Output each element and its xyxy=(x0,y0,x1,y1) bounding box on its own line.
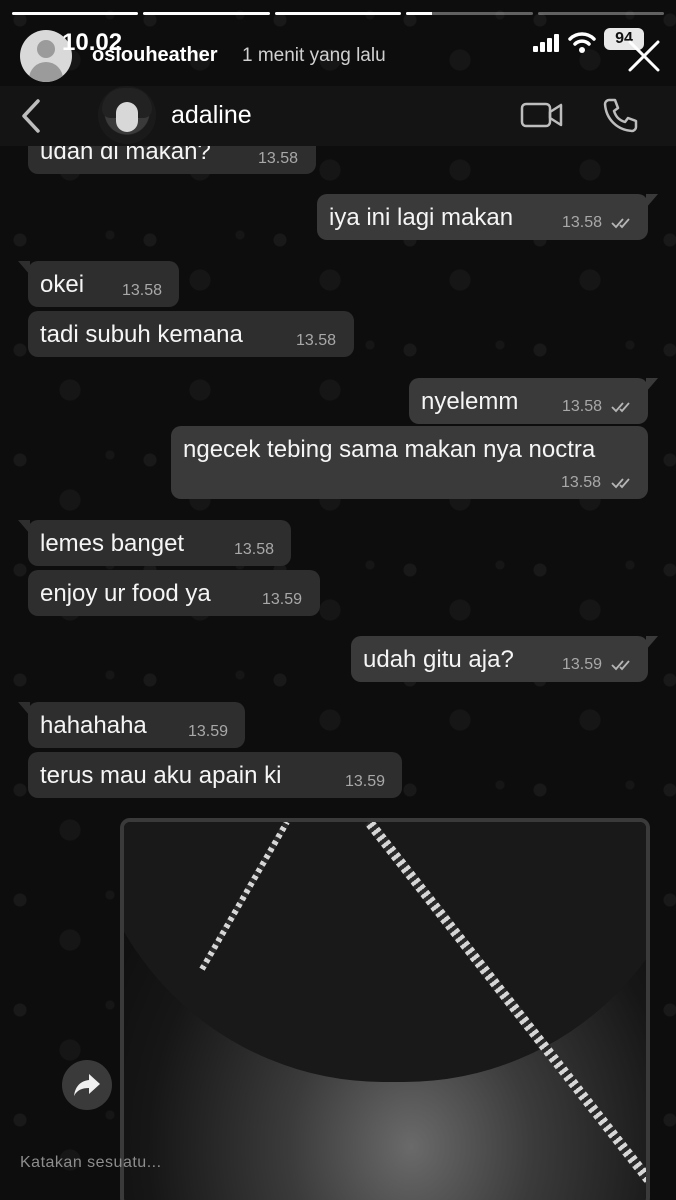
story-header: 10.02 oslouheather 1 menit yang lalu 94 xyxy=(0,28,676,86)
progress-segment xyxy=(143,12,270,15)
message-incoming[interactable]: terus mau aku apain ki 13.59 xyxy=(28,752,402,798)
back-icon[interactable] xyxy=(16,96,46,136)
message-outgoing[interactable]: ngecek tebing sama makan nya noctra 13.5… xyxy=(171,426,648,499)
message-time: 13.58 xyxy=(562,398,603,415)
shared-photo[interactable] xyxy=(120,818,650,1200)
photo-hood-shape xyxy=(124,822,646,1082)
forward-icon xyxy=(74,1074,100,1096)
read-ticks-icon xyxy=(611,478,630,489)
message-outgoing[interactable]: nyelemm 13.58 xyxy=(409,378,658,424)
message-incoming[interactable]: hahahaha 13.59 xyxy=(18,702,245,748)
message-incoming[interactable]: tadi subuh kemana 13.58 xyxy=(28,311,354,357)
contact-avatar[interactable] xyxy=(98,86,156,144)
message-time: 13.58 xyxy=(562,214,603,231)
message-time: 13.58 xyxy=(122,282,163,299)
message-text: hahahaha xyxy=(40,712,147,739)
message-incoming[interactable]: okei 13.58 xyxy=(18,261,179,307)
signal-icon xyxy=(533,34,565,52)
message-text: iya ini lagi makan xyxy=(329,204,514,231)
message-incoming[interactable]: lemes banget 13.58 xyxy=(18,520,291,566)
story-progress xyxy=(12,12,665,15)
message-time: 13.58 xyxy=(296,332,337,349)
message-time: 13.59 xyxy=(188,723,229,740)
read-ticks-icon xyxy=(611,660,630,671)
read-ticks-icon xyxy=(611,218,630,229)
message-outgoing[interactable]: iya ini lagi makan 13.58 xyxy=(317,194,658,240)
message-text: ngecek tebing sama makan nya noctra xyxy=(183,436,596,463)
story-timestamp: 1 menit yang lalu xyxy=(242,45,386,66)
message-time: 13.59 xyxy=(562,656,603,673)
message-time: 13.59 xyxy=(262,591,303,608)
read-ticks-icon xyxy=(611,402,630,413)
message-text: okei xyxy=(40,271,85,298)
message-text: tadi subuh kemana xyxy=(40,321,243,348)
progress-segment xyxy=(12,12,139,15)
message-text: enjoy ur food ya xyxy=(40,580,211,607)
message-text: udah gitu aja? xyxy=(363,646,514,673)
close-icon[interactable] xyxy=(624,36,664,76)
progress-segment xyxy=(274,12,402,15)
chat-header: adaline xyxy=(0,86,676,146)
wifi-icon xyxy=(568,32,596,53)
message-outgoing[interactable]: udah gitu aja? 13.59 xyxy=(351,636,658,682)
message-time: 13.59 xyxy=(345,773,386,790)
message-text: nyelemm xyxy=(421,388,519,415)
message-time: 13.58 xyxy=(234,541,275,558)
progress-segment xyxy=(537,12,665,15)
reply-input[interactable]: Katakan sesuatu... xyxy=(20,1154,162,1172)
phone-icon[interactable] xyxy=(600,96,640,134)
message-text: terus mau aku apain ki xyxy=(40,762,282,789)
story-username[interactable]: oslouheather xyxy=(92,44,218,67)
message-time: 13.58 xyxy=(561,474,602,491)
video-call-icon[interactable] xyxy=(520,100,564,130)
share-button[interactable] xyxy=(62,1060,112,1110)
message-time: 13.58 xyxy=(258,150,299,167)
contact-name[interactable]: adaline xyxy=(171,101,252,130)
message-text: lemes banget xyxy=(40,530,185,557)
progress-segment xyxy=(406,12,533,15)
message-incoming[interactable]: enjoy ur food ya 13.59 xyxy=(28,570,320,616)
